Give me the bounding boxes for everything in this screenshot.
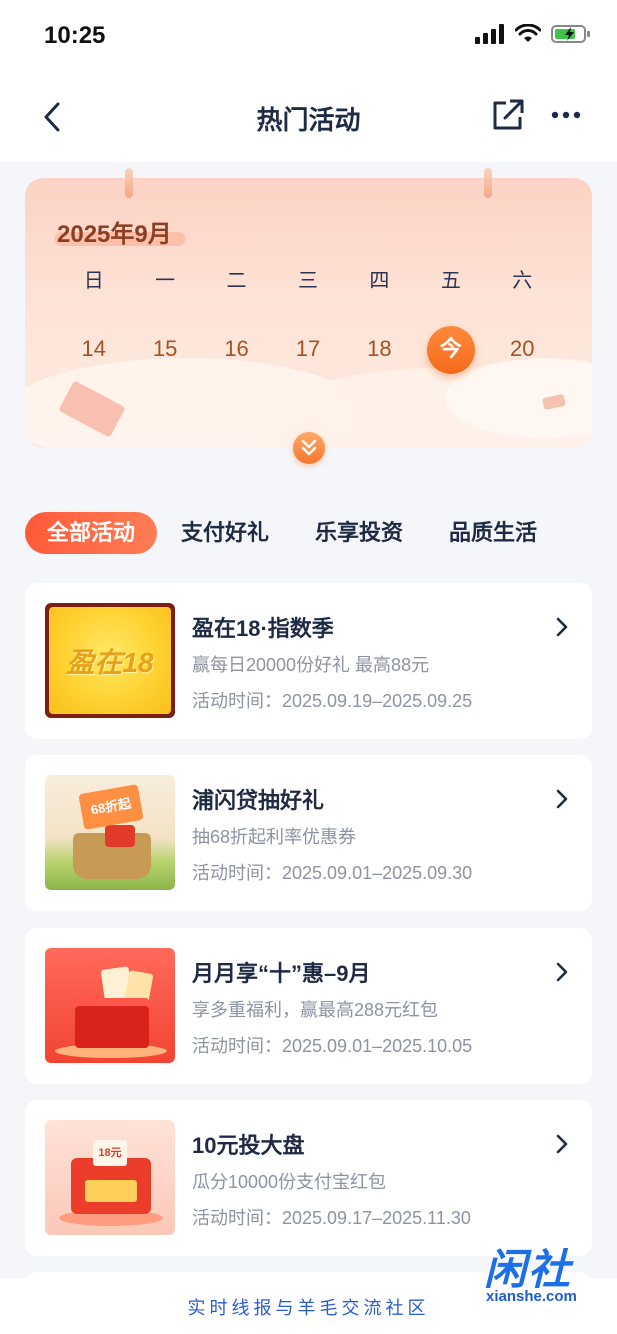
- activity-description: 赢每日20000份好礼 最高88元: [192, 655, 430, 675]
- activity-thumbnail: [45, 948, 175, 1063]
- weekday-label: 五: [440, 270, 461, 292]
- chevron-right-icon: [556, 617, 568, 637]
- gift-illustration: [105, 825, 135, 847]
- activity-description: 享多重福利，赢最高288元红包: [192, 1000, 439, 1020]
- date-row: 14 15 16 17 18 今 20: [58, 326, 558, 374]
- activity-card[interactable]: 月月享“十”惠–9月 享多重福利，赢最高288元红包 活动时间：2025.09.…: [25, 928, 592, 1084]
- tab-quality-life[interactable]: 品质生活: [427, 512, 559, 554]
- chevron-right-icon: [556, 962, 568, 982]
- share-icon: [493, 99, 524, 130]
- calendar-date[interactable]: 15: [129, 332, 200, 366]
- tab-investment[interactable]: 乐享投资: [293, 512, 425, 554]
- chevron-left-icon: [44, 102, 60, 132]
- activity-time: 活动时间：2025.09.01–2025.09.30: [192, 863, 473, 883]
- thumbnail-text: 68折起: [78, 784, 144, 830]
- status-bar: 10:25: [0, 0, 617, 72]
- back-button[interactable]: [36, 98, 70, 136]
- activity-description: 抽68折起利率优惠券: [192, 827, 357, 847]
- activity-thumbnail: 盈在18: [45, 603, 175, 718]
- double-chevron-down-icon: [301, 439, 317, 456]
- calendar-date[interactable]: 14: [58, 332, 129, 366]
- chevron-right-icon: [556, 1134, 568, 1154]
- screen-illustration: [85, 1180, 137, 1202]
- activity-title: 10元投大盘: [192, 1133, 305, 1158]
- calendar-card: 2025年9月 日 一 二 三 四 五 六 14 15 16 17 18 今 2…: [25, 178, 592, 448]
- weekday-label: 三: [297, 270, 318, 292]
- activity-time: 活动时间：2025.09.19–2025.09.25: [192, 691, 473, 711]
- activity-card[interactable]: 68折起 浦闪贷抽好礼 抽68折起利率优惠券 活动时间：2025.09.01–2…: [25, 755, 592, 911]
- tab-all-activities[interactable]: 全部活动: [25, 512, 158, 554]
- activity-time: 活动时间：2025.09.17–2025.11.30: [192, 1208, 471, 1228]
- activity-time: 活动时间：2025.09.01–2025.10.05: [192, 1036, 473, 1056]
- more-button[interactable]: [550, 102, 584, 128]
- weekday-label: 二: [226, 270, 247, 292]
- activity-title: 月月享“十”惠–9月: [192, 961, 371, 986]
- today-marker: 今: [426, 326, 475, 374]
- calendar-date[interactable]: 17: [272, 332, 343, 366]
- calendar-pin: [484, 168, 492, 198]
- activity-thumbnail: 68折起: [45, 775, 175, 890]
- share-button[interactable]: [490, 97, 526, 133]
- weekday-label: 一: [155, 270, 176, 292]
- weekday-label: 日: [83, 270, 104, 292]
- tab-payment-gifts[interactable]: 支付好礼: [159, 512, 291, 554]
- calendar-pin: [125, 168, 133, 198]
- signal-icon: [475, 24, 504, 44]
- calendar-date[interactable]: 16: [201, 332, 272, 366]
- navbar: 热门活动: [0, 72, 617, 162]
- calendar-date-today[interactable]: 今: [415, 326, 486, 374]
- weekday-row: 日 一 二 三 四 五 六: [58, 264, 558, 293]
- battery-charging-icon: [551, 25, 590, 43]
- expand-calendar-button[interactable]: [293, 432, 325, 464]
- watermark-domain: xianshe.com: [486, 1288, 577, 1305]
- watermark-logo: 闲社 xianshe.com: [478, 1236, 606, 1308]
- thumbnail-text: 盈在18: [66, 646, 154, 678]
- calendar-date[interactable]: 20: [487, 332, 558, 366]
- calendar-date[interactable]: 18: [344, 332, 415, 366]
- status-icons: [475, 24, 591, 44]
- calendar-month-label: 2025年9月: [57, 221, 172, 248]
- activity-card[interactable]: 盈在18 盈在18·指数季 赢每日20000份好礼 最高88元 活动时间：202…: [25, 583, 592, 739]
- activity-title: 浦闪贷抽好礼: [192, 788, 325, 813]
- activity-thumbnail: 18元: [45, 1120, 175, 1235]
- activity-card[interactable]: 18元 10元投大盘 瓜分10000份支付宝红包 活动时间：2025.09.17…: [25, 1100, 592, 1256]
- more-dots-icon: [551, 111, 581, 119]
- activity-description: 瓜分10000份支付宝红包: [192, 1172, 387, 1192]
- category-tabs: 全部活动 支付好礼 乐享投资 品质生活: [25, 512, 561, 554]
- wifi-icon: [515, 24, 541, 42]
- gift-box-illustration: [75, 998, 149, 1048]
- weekday-label: 四: [369, 270, 390, 292]
- thumbnail-text: 18元: [93, 1140, 127, 1166]
- weekday-label: 六: [512, 270, 533, 292]
- chevron-right-icon: [556, 789, 568, 809]
- activity-title: 盈在18·指数季: [192, 616, 334, 641]
- status-time: 10:25: [44, 22, 106, 49]
